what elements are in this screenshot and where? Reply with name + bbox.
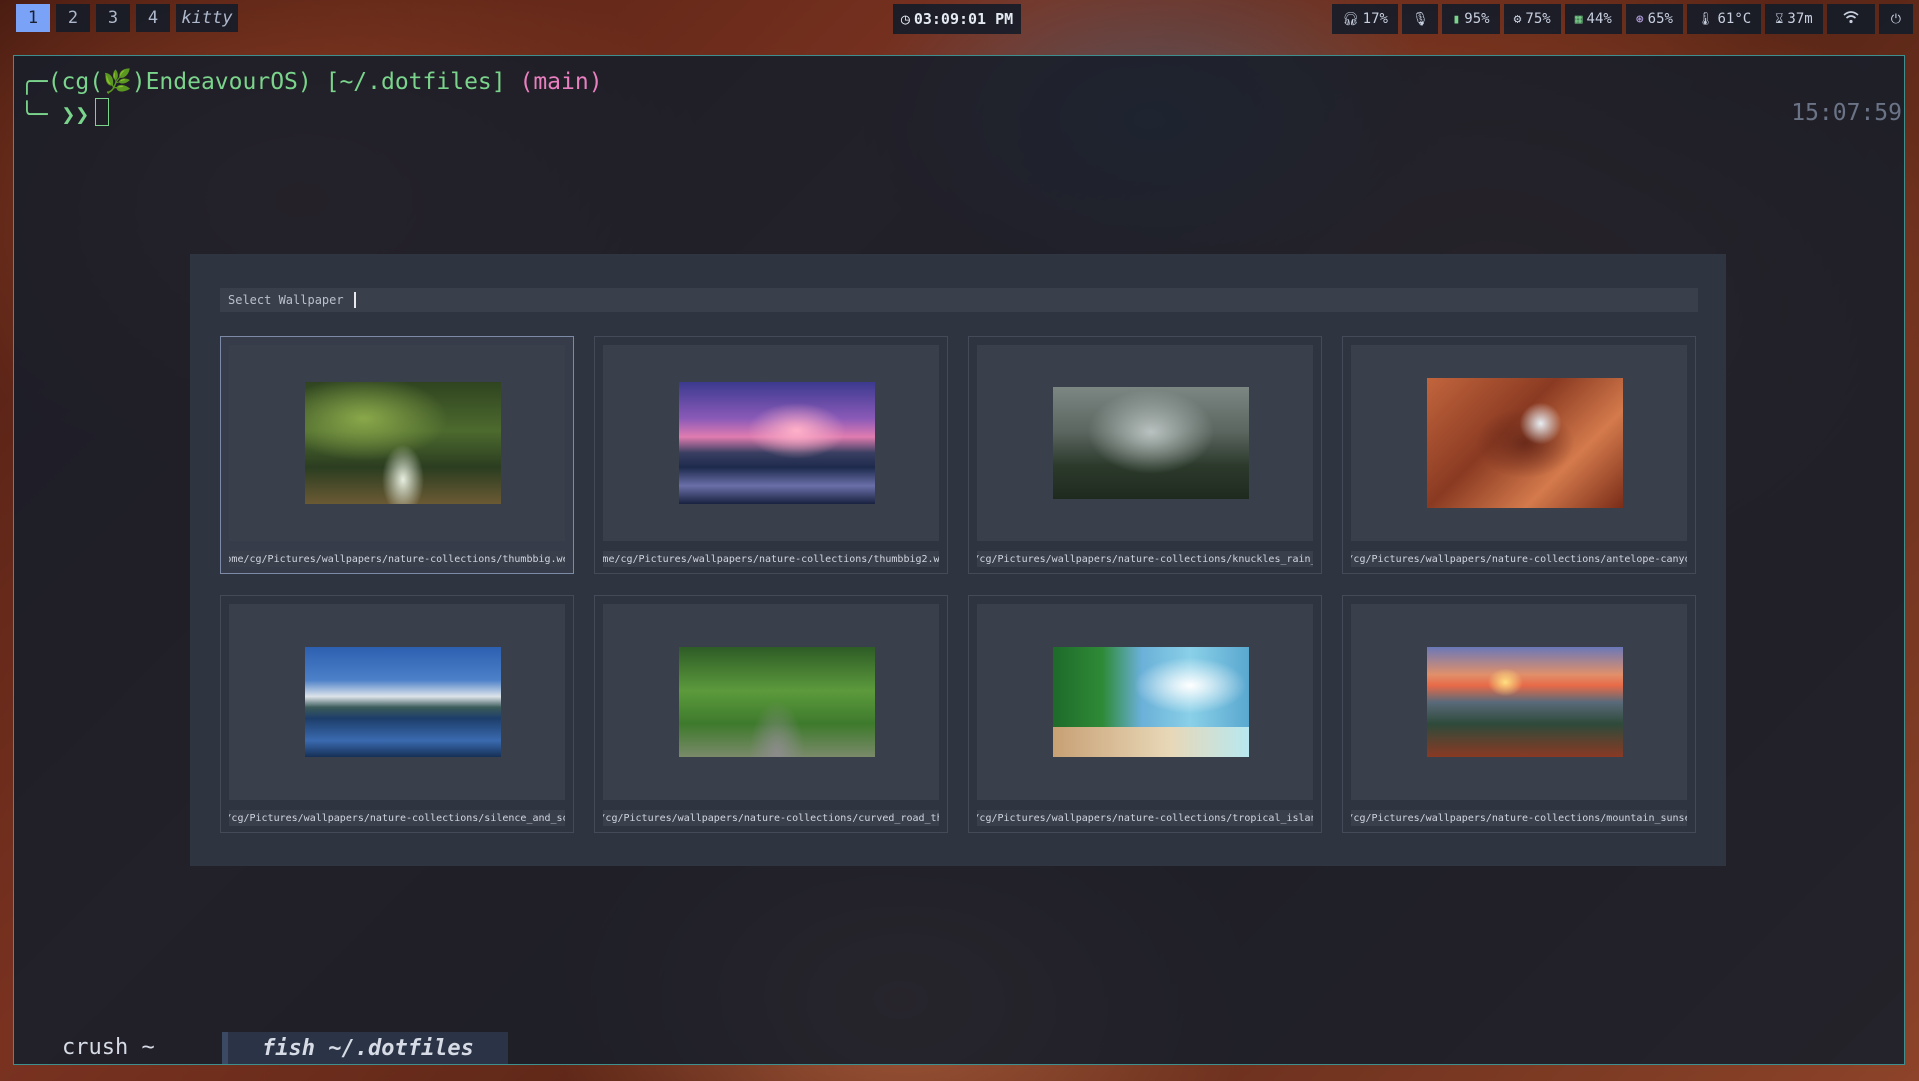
prompt-git-branch: (main) xyxy=(519,69,603,95)
wallpaper-thumbnail xyxy=(679,647,875,757)
clock-icon: ◷ xyxy=(900,10,910,28)
wallpaper-item[interactable]: /home/cg/Pictures/wallpapers/nature-coll… xyxy=(220,336,574,574)
headphones-value: 17% xyxy=(1362,11,1388,27)
wallpaper-item[interactable]: /home/cg/Pictures/wallpapers/nature-coll… xyxy=(594,336,948,574)
wallpaper-path: /home/cg/Pictures/wallpapers/nature-coll… xyxy=(229,551,565,567)
uptime-value: 37m xyxy=(1787,11,1813,27)
hourglass-icon: ⌛︎ xyxy=(1775,11,1784,27)
search-prompt-label: Select Wallpaper xyxy=(228,293,344,307)
search-input[interactable]: Select Wallpaper xyxy=(220,288,1698,312)
wifi-module[interactable] xyxy=(1826,4,1875,34)
wallpaper-thumbnail xyxy=(305,647,501,757)
wifi-icon xyxy=(1843,10,1859,28)
mic-module[interactable]: 🎙︎ xyxy=(1401,4,1439,34)
gear-icon: ⚙ xyxy=(1513,11,1522,27)
clock-text: 03:09:01 PM xyxy=(913,10,1014,28)
wallpaper-path: /home/cg/Pictures/wallpapers/nature-coll… xyxy=(603,810,939,826)
wallpaper-item[interactable]: /home/cg/Pictures/wallpapers/nature-coll… xyxy=(1342,336,1696,574)
prompt-arrow: ╰─ ❯❯ xyxy=(20,102,90,128)
text-caret xyxy=(353,292,356,308)
wallpaper-thumbnail xyxy=(305,382,501,504)
wallpaper-thumbnail xyxy=(1053,647,1249,757)
temperature-module[interactable]: 🌡︎ 61°C xyxy=(1686,4,1762,34)
power-plug-icon: ⏻ xyxy=(1890,11,1901,27)
thumbnail-frame xyxy=(229,345,565,541)
prompt-user: ╭─(cg(🌿)EndeavourOS) xyxy=(20,69,312,95)
headphones-icon: 🎧︎ xyxy=(1342,11,1359,27)
workspace-2-button[interactable]: 2 xyxy=(56,4,90,32)
thumbnail-frame xyxy=(603,604,939,800)
thumbnail-frame xyxy=(1351,345,1687,541)
tab-crush[interactable]: crush ~ xyxy=(62,1035,155,1060)
thermometer-icon: 🌡︎ xyxy=(1696,11,1714,27)
wallpaper-thumbnail xyxy=(1053,387,1249,499)
wallpaper-thumbnail xyxy=(1427,647,1623,757)
wallpaper-path: /home/cg/Pictures/wallpapers/nature-coll… xyxy=(603,551,939,567)
terminal-cursor[interactable] xyxy=(95,98,110,126)
temperature-value: 61°C xyxy=(1717,11,1752,27)
mic-muted-icon: 🎙︎ xyxy=(1411,11,1429,27)
wallpaper-thumbnail xyxy=(679,382,875,504)
window-title: kitty xyxy=(176,4,238,32)
wallpaper-item[interactable]: /home/cg/Pictures/wallpapers/nature-coll… xyxy=(968,595,1322,833)
battery-icon: ▮ xyxy=(1452,11,1461,27)
thumbnail-frame xyxy=(1351,604,1687,800)
wallpaper-path: /home/cg/Pictures/wallpapers/nature-coll… xyxy=(1351,551,1687,567)
prompt-line-2: ╰─ ❯❯ xyxy=(20,98,110,128)
wallpaper-selector: Select Wallpaper /home/cg/Pictures/wallp… xyxy=(190,254,1726,866)
wallpaper-item[interactable]: /home/cg/Pictures/wallpapers/nature-coll… xyxy=(594,595,948,833)
gpu-value: 65% xyxy=(1647,11,1673,27)
workspace-3-button[interactable]: 3 xyxy=(96,4,130,32)
wallpaper-path: /home/cg/Pictures/wallpapers/nature-coll… xyxy=(229,810,565,826)
wallpaper-path: /home/cg/Pictures/wallpapers/nature-coll… xyxy=(977,551,1313,567)
status-modules: 🎧︎ 17% 🎙︎ ▮ 95% ⚙ 75% ▦ 44% ⊛ 65% 🌡︎ 61°… xyxy=(1332,4,1913,34)
right-prompt-time: 15:07:59 xyxy=(1791,100,1902,126)
thumbnail-frame xyxy=(229,604,565,800)
cpu-value: 75% xyxy=(1525,11,1551,27)
cpu-module[interactable]: ⚙ 75% xyxy=(1503,4,1561,34)
workspace-4-button[interactable]: 4 xyxy=(136,4,170,32)
thumbnail-frame xyxy=(977,604,1313,800)
memory-value: 44% xyxy=(1586,11,1612,27)
top-bar: 1 2 3 4 kitty ◷ 03:09:01 PM 🎧︎ 17% 🎙︎ ▮ … xyxy=(0,0,1919,40)
wallpaper-item[interactable]: /home/cg/Pictures/wallpapers/nature-coll… xyxy=(220,595,574,833)
wallpaper-path: /home/cg/Pictures/wallpapers/nature-coll… xyxy=(1351,810,1687,826)
prompt-path: [~/.dotfiles] xyxy=(325,69,506,95)
clock-module[interactable]: ◷ 03:09:01 PM xyxy=(893,4,1021,34)
gpu-icon: ⊛ xyxy=(1635,11,1644,27)
workspace-1-button[interactable]: 1 xyxy=(16,4,50,32)
battery-value: 95% xyxy=(1464,11,1490,27)
wallpaper-item[interactable]: /home/cg/Pictures/wallpapers/nature-coll… xyxy=(1342,595,1696,833)
thumbnail-frame xyxy=(603,345,939,541)
wallpaper-item[interactable]: /home/cg/Pictures/wallpapers/nature-coll… xyxy=(968,336,1322,574)
uptime-module[interactable]: ⌛︎ 37m xyxy=(1765,4,1823,34)
thumbnail-frame xyxy=(977,345,1313,541)
tab-fish[interactable]: fish ~/.dotfiles xyxy=(222,1032,508,1064)
memory-icon: ▦ xyxy=(1574,11,1583,27)
wallpaper-thumbnail xyxy=(1427,378,1623,508)
memory-module[interactable]: ▦ 44% xyxy=(1564,4,1622,34)
gpu-module[interactable]: ⊛ 65% xyxy=(1625,4,1683,34)
prompt-line-1: ╭─(cg(🌿)EndeavourOS) [~/.dotfiles] (main… xyxy=(20,68,603,95)
headphones-module[interactable]: 🎧︎ 17% xyxy=(1332,4,1398,34)
battery-module[interactable]: ▮ 95% xyxy=(1442,4,1500,34)
power-module[interactable]: ⏻ xyxy=(1878,4,1913,34)
wallpaper-grid: /home/cg/Pictures/wallpapers/nature-coll… xyxy=(220,336,1696,833)
wallpaper-path: /home/cg/Pictures/wallpapers/nature-coll… xyxy=(977,810,1313,826)
